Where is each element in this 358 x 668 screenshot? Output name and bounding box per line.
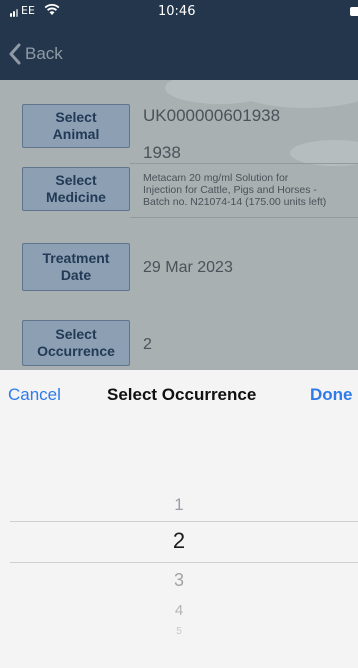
treatment-form: Select Animal UK000000601938 1938 Select… <box>0 80 358 370</box>
button-label: Occurrence <box>37 343 115 359</box>
button-label: Medicine <box>46 189 106 205</box>
button-label: Animal <box>52 126 100 142</box>
button-label: Select <box>55 326 97 342</box>
back-button[interactable]: Back <box>8 40 63 68</box>
cancel-button[interactable]: Cancel <box>8 385 61 405</box>
picker-title: Select Occurrence <box>107 385 257 404</box>
medicine-line: Batch no. N21074-14 (175.00 units left) <box>143 196 327 208</box>
battery-icon <box>350 7 358 16</box>
occurrence-value: 2 <box>143 336 152 353</box>
top-header: EE 10:46 Back <box>0 0 358 80</box>
medicine-value: Metacam 20 mg/ml Solution for Injection … <box>143 172 326 208</box>
chevron-left-icon <box>9 43 21 65</box>
medicine-line: Injection for Cattle, Pigs and Horses - <box>143 184 317 196</box>
divider <box>130 163 358 164</box>
animal-tag-value: UK000000601938 <box>143 106 281 125</box>
back-label: Back <box>25 44 63 63</box>
carrier-label: EE <box>21 4 35 17</box>
occurrence-picker[interactable]: 1 2 3 4 5 <box>0 420 358 668</box>
picker-option[interactable]: 5 <box>0 626 358 637</box>
button-label: Date <box>60 267 92 283</box>
button-label: Select <box>55 172 97 188</box>
selection-line-bottom <box>10 562 358 563</box>
divider <box>130 217 358 218</box>
clock-time: 10:46 <box>158 4 196 19</box>
button-label: Select <box>55 109 97 125</box>
wifi-icon <box>44 3 60 15</box>
status-bar: EE 10:46 <box>0 0 358 26</box>
selection-line-top <box>10 521 358 522</box>
select-animal-button[interactable]: Select Animal <box>22 104 130 148</box>
button-label: Treatment <box>42 250 110 266</box>
done-button[interactable]: Done <box>310 385 353 405</box>
picker-option[interactable]: 3 <box>0 570 358 591</box>
medicine-line: Metacam 20 mg/ml Solution for <box>143 172 289 184</box>
picker-toolbar: Cancel Select Occurrence Done <box>0 370 358 420</box>
picker-option[interactable]: 4 <box>0 602 358 619</box>
treatment-date-value: 29 Mar 2023 <box>143 259 233 276</box>
select-occurrence-button[interactable]: Select Occurrence <box>22 320 130 366</box>
select-medicine-button[interactable]: Select Medicine <box>22 167 130 211</box>
treatment-date-button[interactable]: Treatment Date <box>22 243 130 291</box>
picker-option[interactable]: 1 <box>0 495 358 515</box>
signal-icon <box>10 9 20 17</box>
animal-id-value: 1938 <box>143 143 181 162</box>
picker-option-selected[interactable]: 2 <box>0 528 358 554</box>
